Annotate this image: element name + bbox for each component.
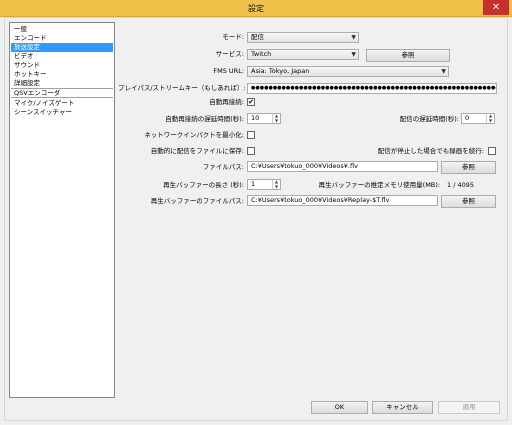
- auto-reconnect-checkbox[interactable]: ✔: [247, 98, 255, 106]
- file-path-input[interactable]: C:¥Users¥tokuo_000¥Videos¥.flv: [247, 161, 438, 172]
- reconnect-delay-spinbox[interactable]: 10 ▲ ▼: [247, 113, 281, 124]
- close-button[interactable]: ✕: [483, 0, 509, 15]
- spin-arrows-icon[interactable]: ▲ ▼: [272, 113, 280, 123]
- fms-url-value: Asia: Tokyo, Japan: [251, 67, 310, 75]
- save-to-file-label: 自動的に配信をファイルに保存:: [150, 147, 244, 155]
- replay-path-input[interactable]: C:¥Users¥tokuo_000¥Videos¥Replay-$T.flv: [247, 195, 438, 206]
- file-path-browse-button[interactable]: 参照: [441, 161, 496, 174]
- spin-arrows-icon[interactable]: ▲ ▼: [272, 179, 280, 189]
- stream-key-label: プレイパス/ストリームキー（もしあれば）:: [118, 84, 246, 92]
- fms-url-label: FMS URL:: [213, 67, 244, 75]
- file-path-label: ファイルパス:: [202, 163, 244, 171]
- stream-delay-value: 0: [465, 114, 470, 122]
- sidebar-item-qsv-encoder[interactable]: QSVエンコーダ: [11, 88, 113, 98]
- replay-length-spinbox[interactable]: 1 ▲ ▼: [247, 179, 281, 190]
- settings-category-list: 一般 エンコード 放送設定 ビデオ サウンド ホットキー 詳細設定 QSVエンコ…: [9, 22, 115, 398]
- keep-recording-checkbox[interactable]: [488, 147, 496, 155]
- checkmark-icon: ✔: [248, 98, 254, 106]
- service-select[interactable]: Twitch ▼: [247, 49, 359, 60]
- replay-length-value: 1: [251, 180, 256, 188]
- save-to-file-checkbox[interactable]: [247, 147, 255, 155]
- minimize-impact-label: ネットワークインパクトを最小化:: [144, 131, 244, 139]
- stream-key-input[interactable]: ●●●●●●●●●●●●●●●●●●●●●●●●●●●●●●●●●●●●●●●●…: [247, 83, 497, 94]
- fms-url-select[interactable]: Asia: Tokyo, Japan ▼: [247, 66, 449, 77]
- service-value: Twitch: [251, 50, 272, 58]
- minimize-impact-checkbox[interactable]: [247, 131, 255, 139]
- mode-value: 配信: [251, 33, 264, 41]
- mode-label: モード:: [222, 33, 244, 41]
- sidebar-item-audio[interactable]: サウンド: [11, 61, 113, 70]
- chevron-down-icon: ▼: [351, 34, 356, 41]
- replay-path-label: 再生バッファーのファイルパス:: [150, 197, 244, 205]
- sidebar-item-scene-switcher[interactable]: シーンスイッチャー: [11, 108, 113, 117]
- auto-reconnect-label: 自動再接続:: [209, 98, 244, 106]
- service-label: サービス:: [215, 50, 244, 58]
- mode-select[interactable]: 配信 ▼: [247, 32, 359, 43]
- sidebar-item-video[interactable]: ビデオ: [11, 52, 113, 61]
- replay-length-label: 再生バッファーの長さ (秒):: [163, 181, 244, 189]
- keep-recording-label: 配信が停止した場合でも録画を続行:: [377, 147, 484, 155]
- window-title: 設定: [248, 4, 264, 13]
- sidebar-item-encoding[interactable]: エンコード: [11, 34, 113, 43]
- replay-memory-value: 1 / 4095: [447, 181, 474, 189]
- close-icon: ✕: [491, 2, 501, 13]
- sidebar-item-mic-noise-gate[interactable]: マイク/ノイズゲート: [11, 99, 113, 108]
- stream-delay-spinbox[interactable]: 0 ▲ ▼: [461, 113, 495, 124]
- apply-button[interactable]: 適用: [438, 401, 500, 414]
- chevron-down-icon: ▼: [351, 51, 356, 58]
- replay-memory-label: 再生バッファーの推定メモリ使用量(MB):: [318, 181, 440, 189]
- cancel-button[interactable]: キャンセル: [372, 401, 433, 414]
- replay-path-browse-button[interactable]: 参照: [441, 195, 496, 208]
- sidebar-item-hotkeys[interactable]: ホットキー: [11, 70, 113, 79]
- stream-delay-label: 配信の遅延時間(秒):: [399, 115, 459, 123]
- sidebar-item-general[interactable]: 一般: [11, 25, 113, 34]
- spin-arrows-icon[interactable]: ▲ ▼: [486, 113, 494, 123]
- chevron-down-icon: ▼: [441, 68, 446, 75]
- sidebar-item-broadcast[interactable]: 放送設定: [11, 43, 113, 52]
- reconnect-delay-label: 自動再接続の遅延時間(秒):: [165, 115, 244, 123]
- reconnect-delay-value: 10: [251, 114, 260, 122]
- ok-button[interactable]: OK: [311, 401, 368, 414]
- sidebar-item-advanced[interactable]: 詳細設定: [11, 79, 113, 88]
- service-browse-button[interactable]: 参照: [366, 49, 450, 62]
